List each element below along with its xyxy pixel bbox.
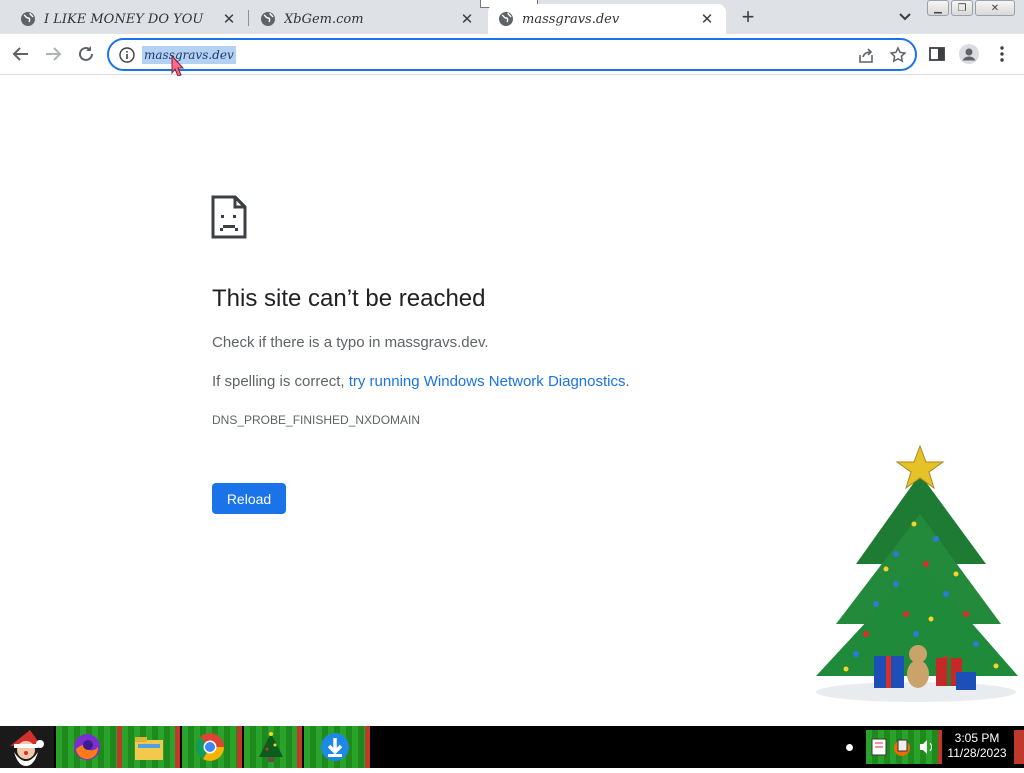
taskbar-chrome[interactable] bbox=[182, 726, 242, 768]
tray-icons[interactable] bbox=[866, 730, 942, 764]
santa-icon bbox=[10, 730, 44, 766]
side-panel-button[interactable] bbox=[924, 42, 950, 66]
globe-icon bbox=[21, 12, 35, 26]
taskbar-downloader[interactable] bbox=[304, 726, 370, 768]
close-tab-icon[interactable]: ✕ bbox=[458, 10, 476, 28]
refresh-icon bbox=[79, 46, 93, 61]
christmas-tree-icon bbox=[258, 732, 283, 762]
tab-strip: I LIKE MONEY DO YOU ✕ XbGem.com ✕ massgr… bbox=[0, 0, 1024, 34]
system-tray bbox=[866, 730, 942, 764]
side-panel-icon bbox=[929, 47, 945, 61]
typo-hint: Check if there is a typo in massgravs.de… bbox=[212, 334, 489, 351]
diagnostics-hint: If spelling is correct, try running Wind… bbox=[212, 373, 630, 390]
close-tab-icon[interactable]: ✕ bbox=[698, 10, 716, 28]
forward-button[interactable] bbox=[40, 42, 66, 66]
reload-toolbar-button[interactable] bbox=[73, 42, 99, 66]
tab-title: I LIKE MONEY DO YOU bbox=[44, 11, 204, 27]
sad-page-icon bbox=[211, 195, 247, 239]
download-arrow-icon bbox=[320, 733, 349, 761]
tab-title: massgravs.dev bbox=[522, 11, 620, 27]
taskbar: 3:05 PM 11/28/2023 bbox=[0, 726, 1024, 768]
tray-indicator-dot[interactable] bbox=[846, 744, 853, 751]
close-window-button[interactable]: ✕ bbox=[975, 0, 1015, 16]
tab-1[interactable]: I LIKE MONEY DO YOU ✕ bbox=[10, 4, 248, 34]
info-icon[interactable] bbox=[119, 47, 135, 63]
show-desktop-button[interactable] bbox=[1014, 730, 1024, 764]
minimize-button[interactable]: ▁ bbox=[927, 0, 949, 16]
christmas-tree-decoration bbox=[816, 444, 1018, 702]
maximize-button[interactable]: ❐ bbox=[951, 0, 973, 16]
firefox-icon bbox=[73, 734, 100, 760]
browser-toolbar: massgravs.dev bbox=[0, 34, 1024, 75]
globe-icon bbox=[261, 12, 275, 26]
mouse-cursor-icon bbox=[171, 55, 185, 77]
taskbar-firefox[interactable] bbox=[56, 726, 122, 768]
tab-separator bbox=[248, 10, 249, 26]
menu-button[interactable] bbox=[989, 42, 1015, 66]
taskbar-file-explorer[interactable] bbox=[122, 726, 180, 768]
arrow-left-icon bbox=[12, 47, 28, 61]
bookmark-star-icon[interactable] bbox=[889, 46, 907, 64]
tab-2[interactable]: XbGem.com ✕ bbox=[250, 4, 486, 34]
taskbar-christmas-tree-app[interactable] bbox=[244, 726, 302, 768]
start-button[interactable] bbox=[0, 726, 54, 768]
more-vert-icon bbox=[1000, 46, 1004, 62]
url-text[interactable]: massgravs.dev bbox=[142, 46, 236, 64]
chrome-icon bbox=[195, 733, 224, 761]
tab-search-chevron-icon[interactable] bbox=[895, 9, 915, 25]
arrow-right-icon bbox=[46, 47, 62, 61]
error-code: DNS_PROBE_FINISHED_NXDOMAIN bbox=[212, 413, 421, 427]
network-diagnostics-link[interactable]: try running Windows Network Diagnostics bbox=[349, 373, 626, 390]
error-title: This site can’t be reached bbox=[212, 285, 486, 312]
address-bar[interactable]: massgravs.dev bbox=[107, 38, 917, 71]
reload-button[interactable]: Reload bbox=[212, 483, 286, 514]
globe-icon bbox=[499, 12, 513, 26]
new-tab-button[interactable]: + bbox=[736, 6, 760, 29]
system-clock[interactable]: 3:05 PM 11/28/2023 bbox=[944, 731, 1010, 761]
window-controls: ▁ ❐ ✕ bbox=[927, 0, 1015, 16]
folder-icon bbox=[134, 737, 163, 760]
clock-time: 3:05 PM bbox=[954, 731, 1000, 745]
diagnostics-hint-suffix: . bbox=[625, 373, 630, 390]
error-page: This site can’t be reached Check if ther… bbox=[0, 76, 1024, 726]
close-tab-icon[interactable]: ✕ bbox=[220, 10, 238, 28]
tab-3-active[interactable]: massgravs.dev ✕ bbox=[488, 4, 726, 34]
share-icon[interactable] bbox=[857, 47, 875, 65]
profile-button[interactable] bbox=[956, 42, 982, 66]
tab-title: XbGem.com bbox=[284, 11, 364, 27]
profile-avatar-icon bbox=[959, 44, 979, 64]
diagnostics-hint-prefix: If spelling is correct, bbox=[212, 373, 349, 390]
back-button[interactable] bbox=[8, 42, 34, 66]
clock-date: 11/28/2023 bbox=[947, 746, 1007, 760]
